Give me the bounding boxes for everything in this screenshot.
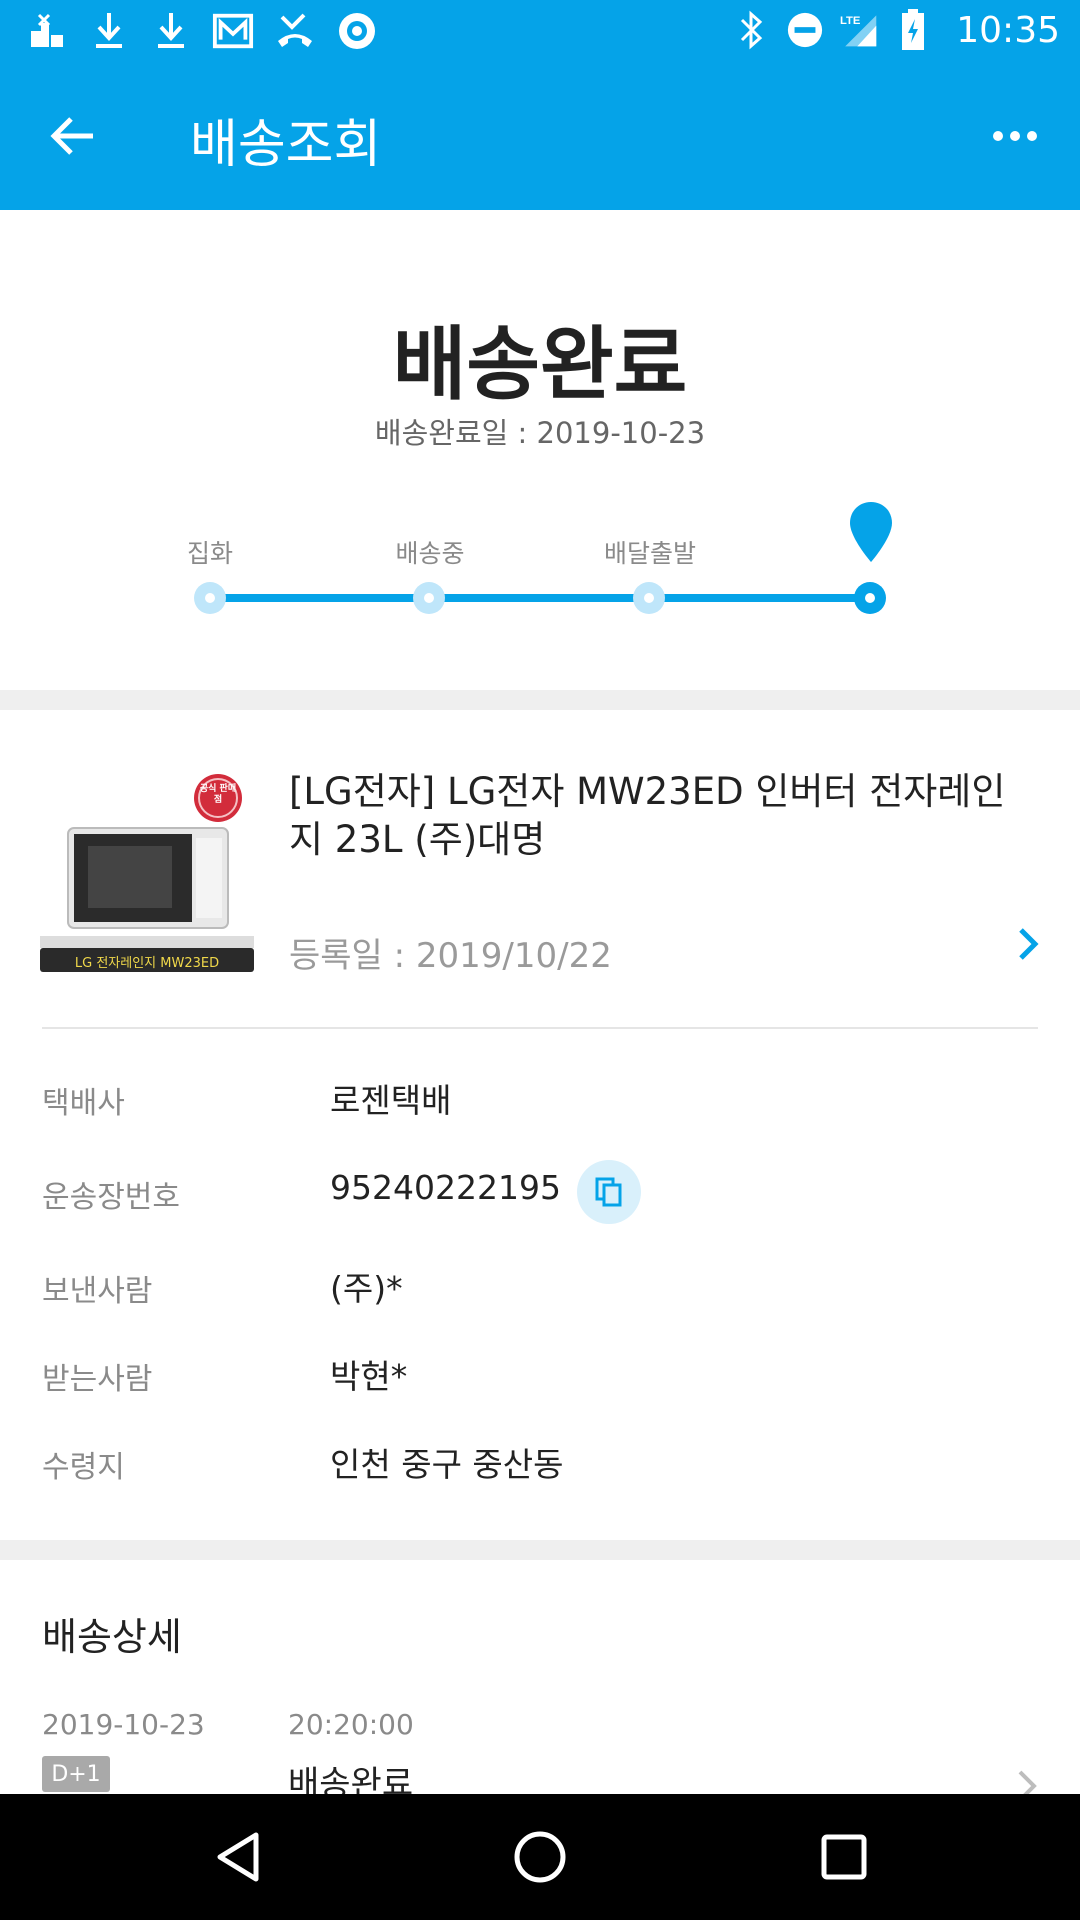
system-nav-bar <box>0 1794 1080 1920</box>
notification-icons <box>26 10 378 52</box>
back-button[interactable] <box>40 106 106 166</box>
system-icons: LTE 10:35 <box>732 8 1060 52</box>
status-bar: LTE 10:35 <box>0 0 1080 62</box>
courier-value: 로젠택배 <box>330 1081 452 1120</box>
section-divider <box>0 1540 1080 1560</box>
step-label-out-for-delivery: 배달출발 <box>603 539 696 568</box>
circle-app-icon <box>336 10 378 52</box>
more-options-button[interactable] <box>980 106 1050 166</box>
product-registered-date: 등록일 : 2019/10/22 <box>289 936 612 976</box>
page-title: 배송조회 <box>190 115 382 175</box>
product-detail-button[interactable] <box>1012 922 1046 966</box>
detail-date: 2019-10-23 <box>42 1708 205 1741</box>
day-offset-badge: D+1 <box>42 1756 110 1792</box>
courier-label: 택배사 <box>42 1086 125 1121</box>
download-icon <box>88 10 130 52</box>
step-dot-out-for-delivery <box>633 582 665 614</box>
app-notification-icon <box>26 10 68 52</box>
nav-home-button[interactable] <box>500 1822 580 1892</box>
chevron-right-icon <box>1019 928 1039 960</box>
receiver-label: 받는사람 <box>42 1362 153 1397</box>
back-triangle-icon <box>217 1832 259 1882</box>
bluetooth-icon <box>732 8 770 52</box>
section-divider <box>0 690 1080 710</box>
step-label-pickup: 집화 <box>186 539 233 568</box>
step-dot-in-transit <box>413 582 445 614</box>
product-image[interactable]: 공식 판매점 LG 전자레인지 MW23ED <box>40 770 254 976</box>
divider <box>42 1027 1038 1029</box>
tracking-number-label: 운송장번호 <box>42 1180 180 1215</box>
mail-icon <box>212 10 254 52</box>
nav-back-button[interactable] <box>198 1822 278 1892</box>
arrow-back-icon <box>50 117 93 155</box>
delivery-detail-title: 배송상세 <box>42 1615 182 1659</box>
missed-call-icon <box>274 10 316 52</box>
svg-text:LTE: LTE <box>840 15 861 27</box>
tracking-number-value: 95240222195 <box>330 1168 561 1207</box>
product-image-badge: 공식 판매점 <box>199 784 237 805</box>
step-dot-delivered <box>854 582 886 614</box>
step-label-in-transit: 배송중 <box>395 539 465 568</box>
nav-recents-button[interactable] <box>804 1822 884 1892</box>
receiver-value: 박현* <box>330 1357 408 1396</box>
battery-icon <box>894 8 932 52</box>
more-horizontal-icon <box>993 131 1037 141</box>
home-circle-icon <box>514 1831 566 1883</box>
copy-tracking-number-button[interactable] <box>577 1160 641 1224</box>
sender-value: (주)* <box>330 1269 403 1308</box>
delivery-completed-date: 배송완료일 : 2019-10-23 <box>374 416 706 450</box>
recents-square-icon <box>821 1834 867 1880</box>
copy-icon <box>595 1177 622 1207</box>
location-pin-icon <box>850 502 892 562</box>
delivery-status-section: 배송완료 배송완료일 : 2019-10-23 <box>0 210 1080 690</box>
app-bar: 배송조회 <box>0 62 1080 210</box>
download-icon <box>150 10 192 52</box>
detail-time: 20:20:00 <box>288 1708 414 1741</box>
clock: 10:35 <box>956 9 1060 51</box>
product-image-caption: LG 전자레인지 MW23ED <box>74 956 220 971</box>
progress-line <box>210 594 870 602</box>
do-not-disturb-icon <box>786 8 824 52</box>
product-name[interactable]: [LG전자] LG전자 MW23ED 인버터 전자레인지 23L (주)대명 <box>289 768 1009 864</box>
step-dot-pickup <box>194 582 226 614</box>
destination-value: 인천 중구 중산동 <box>330 1445 564 1484</box>
lte-signal-icon: LTE <box>840 8 878 52</box>
delivery-status-title: 배송완료 <box>392 318 688 411</box>
destination-label: 수령지 <box>42 1450 125 1485</box>
sender-label: 보낸사람 <box>42 1274 153 1309</box>
